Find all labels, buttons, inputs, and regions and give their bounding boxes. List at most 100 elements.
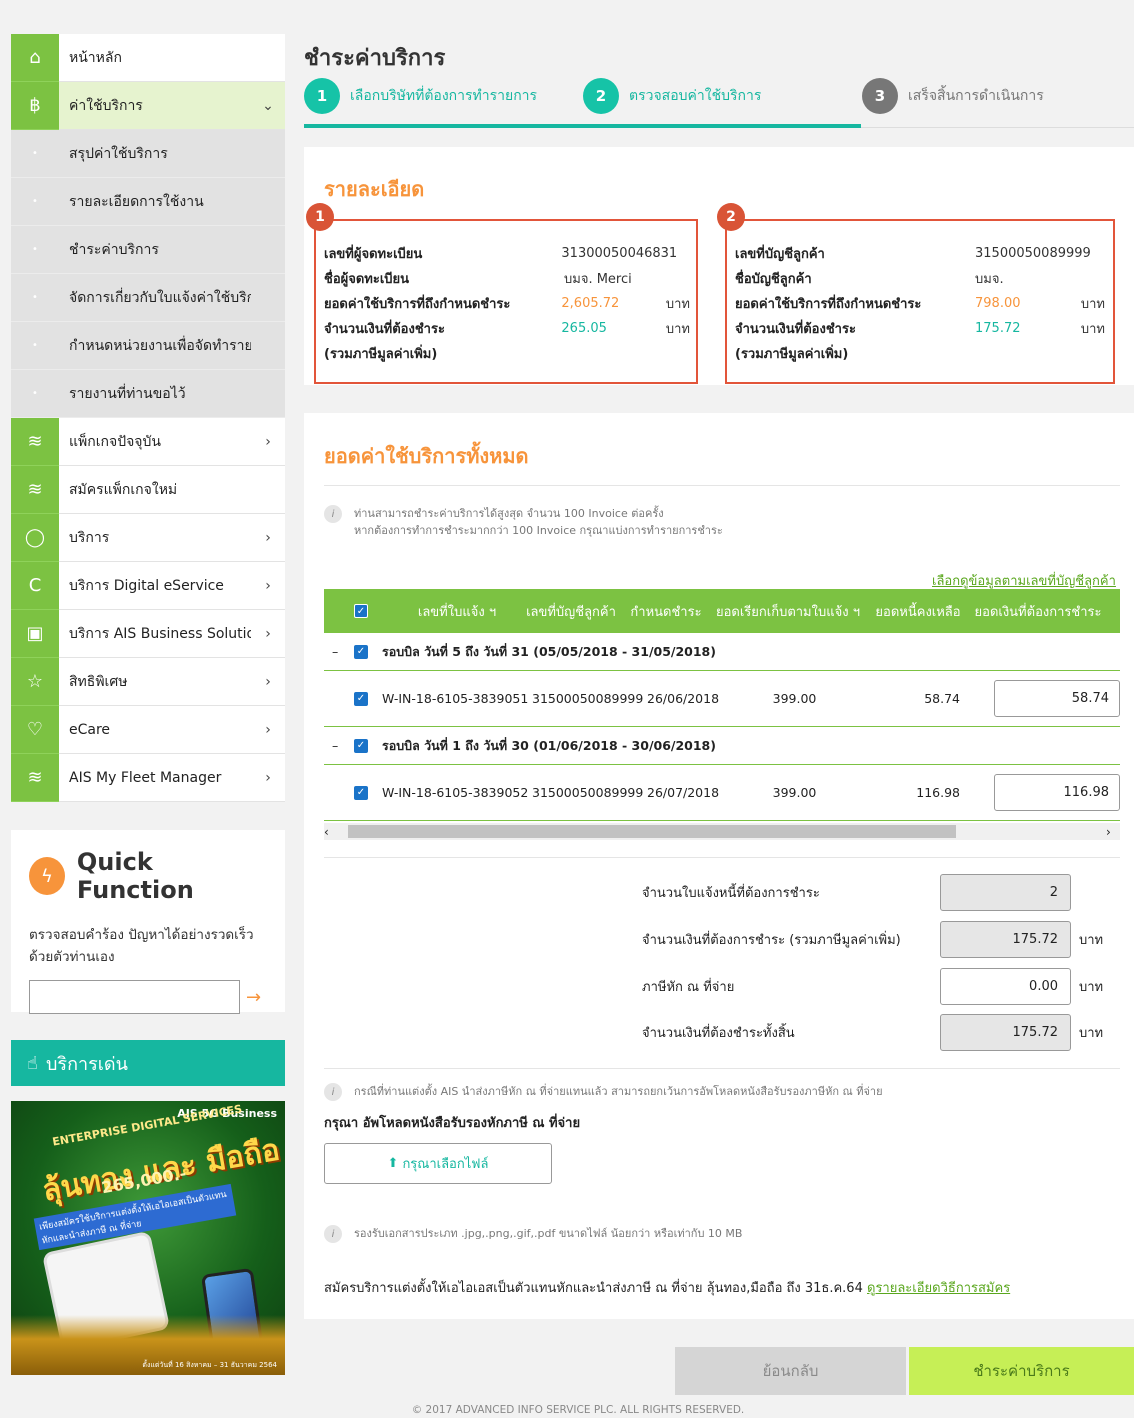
chevron-icon: ⌄: [262, 97, 274, 114]
tax-note: i กรณีที่ท่านแต่งตั้ง AIS นำส่งภาษีหัก ณ…: [324, 1083, 883, 1101]
summary-value: 175.72: [940, 921, 1071, 958]
step-progress-bar: [304, 124, 861, 128]
sidebar-item[interactable]: ▣ บริการ AIS Business Solutions ›: [11, 609, 285, 658]
sidebar-item[interactable]: ≋ แพ็กเกจปัจจุบัน ›: [11, 417, 285, 466]
detail-key: ชื่อบัญชีลูกค้า: [735, 272, 812, 287]
summary-row: จำนวนเงินที่ต้องชำระทั้งสิ้น 175.72 บาท: [642, 1014, 1103, 1051]
summary-value: 2: [940, 874, 1071, 911]
pay-button[interactable]: ชำระค่าบริการ: [909, 1347, 1134, 1395]
detail-key: ยอดค่าใช้บริการที่ถึงกำหนดชำระ: [735, 297, 922, 312]
sidebar: ⌂ หน้าหลัก฿ ค่าใช้บริการ ⌄ • สรุปค่าใช้บริการ…: [11, 33, 285, 802]
sidebar-item[interactable]: • รายงานที่ท่านขอไว้: [11, 369, 285, 418]
row-checkbox[interactable]: ✓: [354, 785, 368, 800]
bullet-icon: •: [11, 177, 59, 226]
bullet-icon: •: [11, 273, 59, 322]
invoice-number: W-IN-18-6105-3839051: [382, 691, 529, 706]
quick-function-description: ตรวจสอบคำร้อง ปัญหาได้อย่างรวดเร็วด้วยตั…: [29, 927, 254, 965]
chevron-icon: ›: [265, 433, 271, 450]
promo-banner[interactable]: AIS 5G Business ENTERPRISE DIGITAL SERVI…: [11, 1101, 285, 1375]
invoice-table: ✓ เลขที่ใบแจ้ง ฯ เลขที่บัญชีลูกค้า กำหนด…: [324, 589, 1120, 858]
back-button[interactable]: ย้อนกลับ: [675, 1347, 906, 1395]
bill-cycle-group: – ✓ รอบบิล วันที่ 5 ถึง วันที่ 31 (05/05…: [324, 633, 1120, 671]
info-icon: i: [324, 505, 342, 523]
horizontal-scrollbar[interactable]: ‹ ›: [324, 823, 1120, 840]
step-label: เสร็จสิ้นการดำเนินการ: [908, 88, 1044, 104]
sidebar-item[interactable]: • รายละเอียดการใช้งาน: [11, 177, 285, 226]
sidebar-item-label: สรุปค่าใช้บริการ: [69, 145, 168, 162]
sidebar-item[interactable]: ≋ สมัครแพ็กเกจใหม่: [11, 465, 285, 514]
quick-function-input[interactable]: [29, 980, 240, 1014]
detail-value: 31300050046831: [561, 246, 678, 261]
remaining-amount: 58.74: [924, 691, 960, 706]
account-box: 2 เลขที่บัญชีลูกค้า 31500050089999 ชื่อบั…: [717, 203, 1115, 384]
collapse-icon[interactable]: –: [324, 644, 354, 659]
step-number: 1: [304, 78, 340, 114]
quick-function-title: Quick Function: [76, 848, 194, 904]
step-1: 1 เลือกบริษัทที่ต้องการทำรายการ: [304, 78, 537, 114]
sidebar-item-label: ชำระค่าบริการ: [69, 241, 159, 258]
bill-cycle-label: รอบบิล วันที่ 5 ถึง วันที่ 31 (05/05/201…: [382, 643, 716, 659]
bill-cycle-label: รอบบิล วันที่ 1 ถึง วันที่ 30 (01/06/201…: [382, 737, 716, 753]
footer-copyright: © 2017 ADVANCED INFO SERVICE PLC. ALL RI…: [411, 1404, 745, 1416]
divider: [324, 1068, 1120, 1069]
promo-details-link[interactable]: ดูรายละเอียดวิธีการสมัคร: [867, 1281, 1010, 1296]
featured-services-bar[interactable]: ☝ บริการเด่น: [11, 1040, 285, 1086]
step-label: ตรวจสอบค่าใช้บริการ: [629, 88, 762, 104]
column-header: กำหนดชำระ: [630, 604, 702, 620]
detail-key: เลขที่ผู้จดทะเบียน: [324, 247, 423, 262]
info-icon: i: [324, 1083, 342, 1101]
divider: [324, 857, 1120, 858]
detail-key: จำนวนเงินที่ต้องชำระ: [324, 322, 445, 337]
bullet-icon: •: [11, 369, 59, 418]
group-checkbox[interactable]: ✓: [354, 738, 368, 753]
sidebar-item[interactable]: • ชำระค่าบริการ: [11, 225, 285, 274]
remaining-amount: 116.98: [916, 785, 960, 800]
sidebar-item-label: บริการ AIS Business Solutions: [69, 625, 251, 642]
sidebar-item[interactable]: ≋ AIS My Fleet Manager ›: [11, 753, 285, 802]
detail-unit: บาท: [665, 297, 690, 312]
arrow-right-icon[interactable]: →: [246, 987, 261, 1008]
scroll-right-icon[interactable]: ›: [1106, 825, 1120, 839]
bullet-icon: •: [11, 225, 59, 274]
promo-text-row: สมัครบริการแต่งตั้งให้เอไอเอสเป็นตัวแทนห…: [324, 1277, 1010, 1298]
sidebar-item-label: รายละเอียดการใช้งาน: [69, 193, 204, 210]
sidebar-item[interactable]: ⌂ หน้าหลัก: [11, 33, 285, 82]
sidebar-item[interactable]: • จัดการเกี่ยวกับใบแจ้งค่าใช้บริการ: [11, 273, 285, 322]
pay-amount-input[interactable]: 58.74: [994, 680, 1120, 717]
column-header: ยอดเรียกเก็บตามใบแจ้ง ฯ: [715, 604, 861, 620]
withholding-tax-input[interactable]: 0.00: [940, 968, 1071, 1005]
sidebar-item[interactable]: • สรุปค่าใช้บริการ: [11, 129, 285, 178]
summary-unit: บาท: [1079, 933, 1104, 948]
sidebar-item[interactable]: ฿ ค่าใช้บริการ ⌄: [11, 81, 285, 130]
sidebar-item[interactable]: ◯ บริการ ›: [11, 513, 285, 562]
invoice-number: W-IN-18-6105-3839052: [382, 785, 529, 800]
touch-icon: ☝: [27, 1052, 38, 1074]
sidebar-item[interactable]: ♡ eCare ›: [11, 705, 285, 754]
sidebar-item[interactable]: • กำหนดหน่วยงานเพื่อจัดทำรายงาน: [11, 321, 285, 370]
account-number: 31500050089999: [532, 691, 644, 706]
pay-amount-input[interactable]: 116.98: [994, 774, 1120, 811]
column-header: ยอดหนี้คงเหลือ: [875, 604, 961, 620]
refresh-icon: ◯: [11, 513, 59, 562]
lightning-icon: ϟ: [29, 857, 65, 895]
eservice-icon: C: [11, 561, 59, 610]
registrant-box: 1 เลขที่ผู้จดทะเบียน 31300050046831 ชื่อผ…: [306, 203, 698, 384]
detail-key: จำนวนเงินที่ต้องชำระ: [735, 322, 856, 337]
info-text: กรณีที่ท่านแต่งตั้ง AIS นำส่งภาษีหัก ณ ท…: [354, 1085, 883, 1098]
group-checkbox[interactable]: ✓: [354, 644, 368, 659]
heart-icon: ♡: [11, 705, 59, 754]
collapse-icon[interactable]: –: [324, 738, 354, 753]
choose-file-button[interactable]: ⬆ กรุณาเลือกไฟล์: [324, 1143, 552, 1184]
invoice-limit-note: i ท่านสามารถชำระค่าบริการได้สูงสุด จำนวน…: [324, 505, 723, 539]
select-all-checkbox[interactable]: ✓: [354, 604, 368, 618]
sidebar-item[interactable]: ☆ สิทธิพิเศษ ›: [11, 657, 285, 706]
scroll-left-icon[interactable]: ‹: [324, 825, 336, 839]
detail-key: (รวมภาษีมูลค่าเพิ่ม): [324, 347, 438, 362]
chevron-icon: ›: [265, 577, 271, 594]
sidebar-item[interactable]: C บริการ Digital eService ›: [11, 561, 285, 610]
promo-footer: ตั้งแต่วันที่ 16 สิงหาคม – 31 ธันวาคม 25…: [142, 1361, 277, 1369]
view-by-account-link[interactable]: เลือกดูข้อมูลตามเลขที่บัญชีลูกค้า: [932, 570, 1116, 591]
info-text: ท่านสามารถชำระค่าบริการได้สูงสุด จำนวน 1…: [354, 507, 664, 520]
row-checkbox[interactable]: ✓: [354, 691, 368, 706]
scrollbar-thumb[interactable]: [348, 825, 956, 838]
